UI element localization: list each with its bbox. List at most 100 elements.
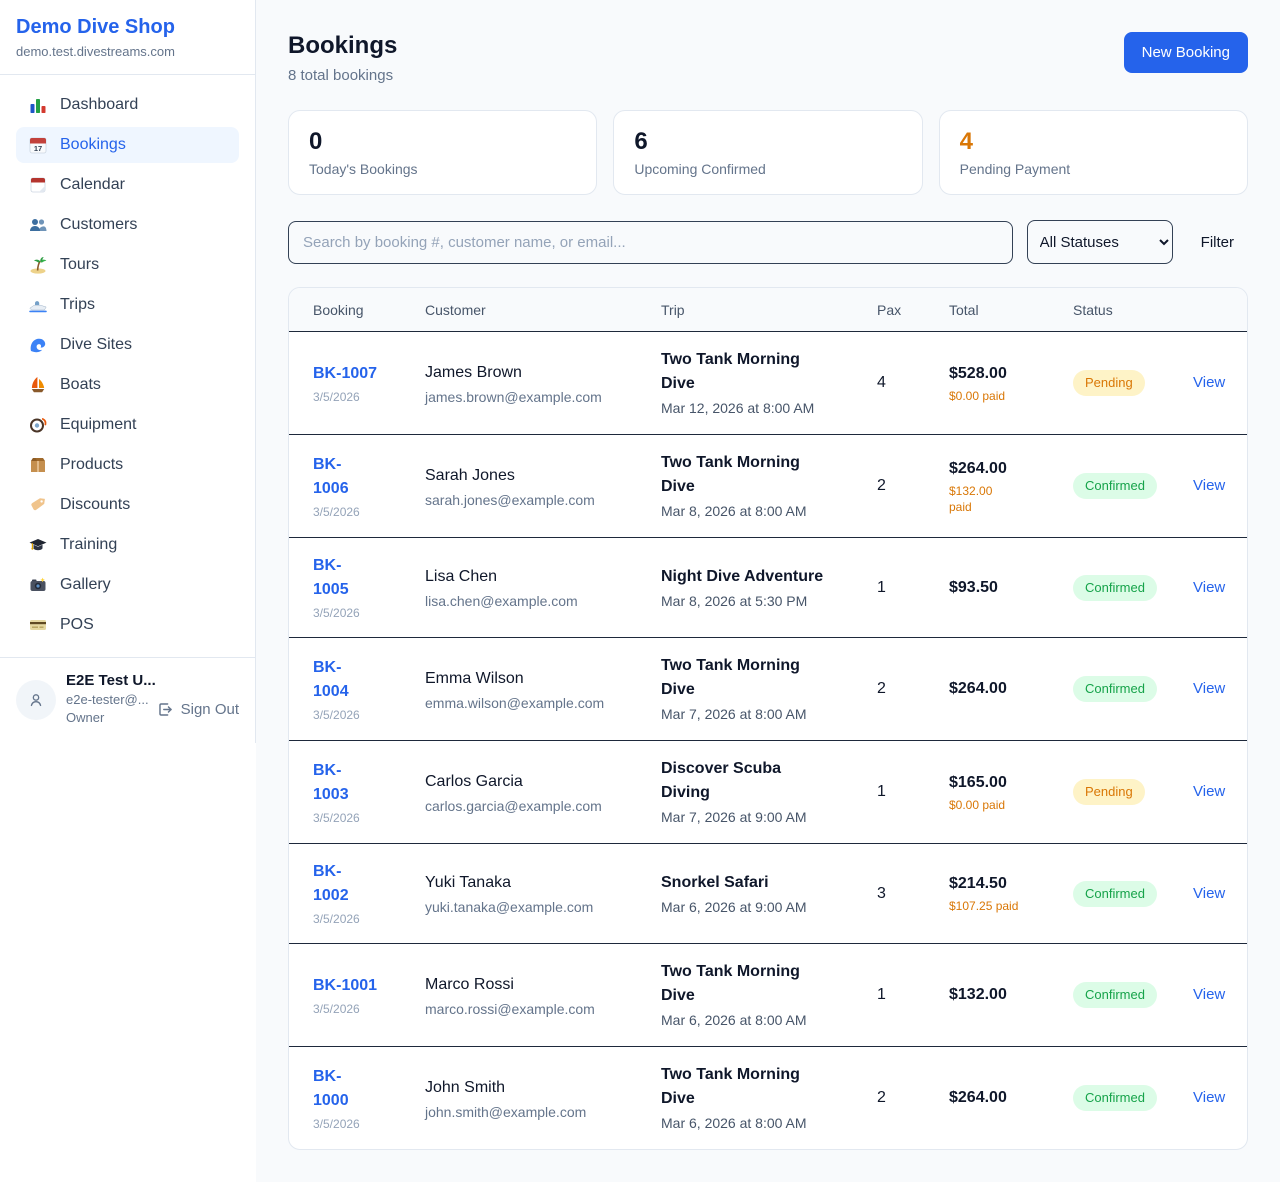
booking-cell: BK- 1003 3/5/2026 (313, 759, 425, 826)
desert-island-icon (28, 255, 48, 275)
bookings-table: Booking Customer Trip Pax Total Status B… (288, 287, 1248, 1150)
view-link[interactable]: View (1193, 579, 1225, 596)
booking-cell: BK-1001 3/5/2026 (313, 974, 425, 1017)
view-link[interactable]: View (1193, 986, 1225, 1003)
customer-name: Yuki Tanaka (425, 871, 651, 895)
sidebar-item-trips[interactable]: Trips (16, 287, 239, 323)
booking-date: 3/5/2026 (313, 810, 415, 826)
brand-name: Demo Dive Shop (16, 16, 239, 39)
total-amount: $264.00 (949, 678, 1063, 700)
sidebar-item-pos[interactable]: POS (16, 607, 239, 643)
booking-number-link[interactable]: BK- 1005 (313, 554, 349, 602)
status-badge: Confirmed (1073, 1085, 1157, 1111)
booking-date: 3/5/2026 (313, 911, 415, 927)
status-select[interactable]: All Statuses (1027, 220, 1173, 264)
sidebar-item-equipment[interactable]: Equipment (16, 407, 239, 443)
sidebar-item-bookings[interactable]: 17 Bookings (16, 127, 239, 163)
trip-cell: Two Tank Morning Dive Mar 6, 2026 at 8:0… (661, 960, 877, 1030)
booking-number-link[interactable]: BK- 1002 (313, 860, 349, 908)
sidebar-item-discounts[interactable]: Discounts (16, 487, 239, 523)
paid-amount: $107.25 paid (949, 898, 1063, 914)
view-link[interactable]: View (1193, 374, 1225, 391)
user-section: E2E Test U... e2e-tester@... Owner Sign … (0, 657, 255, 743)
total-cell: $264.00 $132.00 paid (949, 458, 1073, 515)
customer-cell: Emma Wilson emma.wilson@example.com (425, 667, 661, 712)
credit-card-icon (28, 615, 48, 635)
total-cell: $264.00 (949, 1087, 1073, 1109)
sidebar-item-customers[interactable]: Customers (16, 207, 239, 243)
table-row: BK- 1004 3/5/2026 Emma Wilson emma.wilso… (289, 638, 1247, 741)
stat-card-todays-bookings: 0 Today's Bookings (288, 110, 597, 195)
booking-cell: BK- 1006 3/5/2026 (313, 453, 425, 520)
sidebar-item-dashboard[interactable]: Dashboard (16, 87, 239, 123)
pax-count: 2 (877, 477, 949, 495)
status-cell: Pending (1073, 370, 1193, 396)
booking-cell: BK-1007 3/5/2026 (313, 362, 425, 405)
customer-name: Sarah Jones (425, 464, 651, 488)
column-header-actions (1193, 288, 1223, 331)
page-title: Bookings (288, 32, 397, 60)
total-amount: $165.00 (949, 772, 1063, 794)
new-booking-button[interactable]: New Booking (1124, 32, 1248, 73)
customer-name: James Brown (425, 361, 651, 385)
booking-number-link[interactable]: BK-1001 (313, 974, 377, 998)
trip-cell: Two Tank Morning Dive Mar 8, 2026 at 8:0… (661, 451, 877, 521)
sidebar-item-label: Dashboard (60, 96, 138, 114)
status-badge: Confirmed (1073, 473, 1157, 499)
pax-count: 2 (877, 680, 949, 698)
trip-cell: Two Tank Morning Dive Mar 6, 2026 at 8:0… (661, 1063, 877, 1133)
table-row: BK- 1006 3/5/2026 Sarah Jones sarah.jone… (289, 435, 1247, 538)
status-cell: Confirmed (1073, 676, 1193, 702)
view-link[interactable]: View (1193, 885, 1225, 902)
pax-count: 3 (877, 885, 949, 903)
booking-number-link[interactable]: BK- 1004 (313, 656, 349, 704)
sidebar-item-dive-sites[interactable]: Dive Sites (16, 327, 239, 363)
view-link[interactable]: View (1193, 477, 1225, 494)
customer-email: yuki.tanaka@example.com (425, 898, 651, 916)
actions-cell: View (1193, 374, 1223, 392)
customer-email: james.brown@example.com (425, 388, 651, 406)
sidebar-item-calendar[interactable]: Calendar (16, 167, 239, 203)
booking-date: 3/5/2026 (313, 504, 415, 520)
status-cell: Confirmed (1073, 575, 1193, 601)
customer-cell: Marco Rossi marco.rossi@example.com (425, 973, 661, 1018)
brand-domain: demo.test.divestreams.com (16, 44, 239, 59)
booking-number-link[interactable]: BK- 1006 (313, 453, 349, 501)
trip-datetime: Mar 6, 2026 at 8:00 AM (661, 1010, 867, 1030)
booking-number-link[interactable]: BK-1007 (313, 362, 377, 386)
sidebar-item-products[interactable]: Products (16, 447, 239, 483)
trip-datetime: Mar 6, 2026 at 9:00 AM (661, 897, 867, 917)
sidebar-item-gallery[interactable]: Gallery (16, 567, 239, 603)
trip-cell: Two Tank Morning Dive Mar 7, 2026 at 8:0… (661, 654, 877, 724)
customer-email: lisa.chen@example.com (425, 592, 651, 610)
sidebar-item-training[interactable]: Training (16, 527, 239, 563)
trip-name: Two Tank Morning Dive (661, 960, 867, 1008)
stat-label: Pending Payment (960, 161, 1227, 177)
user-email: e2e-tester@... (66, 692, 147, 707)
view-link[interactable]: View (1193, 1089, 1225, 1106)
total-cell: $93.50 (949, 577, 1073, 599)
booking-cell: BK- 1004 3/5/2026 (313, 656, 425, 723)
view-link[interactable]: View (1193, 680, 1225, 697)
trip-name: Two Tank Morning Dive (661, 348, 867, 396)
filter-button[interactable]: Filter (1187, 234, 1248, 251)
customer-name: Emma Wilson (425, 667, 651, 691)
search-input[interactable] (288, 221, 1013, 264)
sign-out-button[interactable]: Sign Out (157, 694, 239, 725)
actions-cell: View (1193, 680, 1223, 698)
bar-chart-icon (28, 95, 48, 115)
page-header: Bookings 8 total bookings New Booking (288, 32, 1248, 84)
paid-amount: $132.00 paid (949, 483, 1063, 515)
column-header-total: Total (949, 288, 1073, 331)
sidebar-item-tours[interactable]: Tours (16, 247, 239, 283)
customer-cell: John Smith john.smith@example.com (425, 1076, 661, 1121)
sidebar-item-boats[interactable]: Boats (16, 367, 239, 403)
trip-cell: Discover Scuba Diving Mar 7, 2026 at 9:0… (661, 757, 877, 827)
view-link[interactable]: View (1193, 783, 1225, 800)
booking-number-link[interactable]: BK- 1003 (313, 759, 349, 807)
status-badge: Confirmed (1073, 575, 1157, 601)
actions-cell: View (1193, 783, 1223, 801)
customer-email: carlos.garcia@example.com (425, 797, 651, 815)
total-amount: $264.00 (949, 458, 1063, 480)
booking-number-link[interactable]: BK- 1000 (313, 1065, 349, 1113)
